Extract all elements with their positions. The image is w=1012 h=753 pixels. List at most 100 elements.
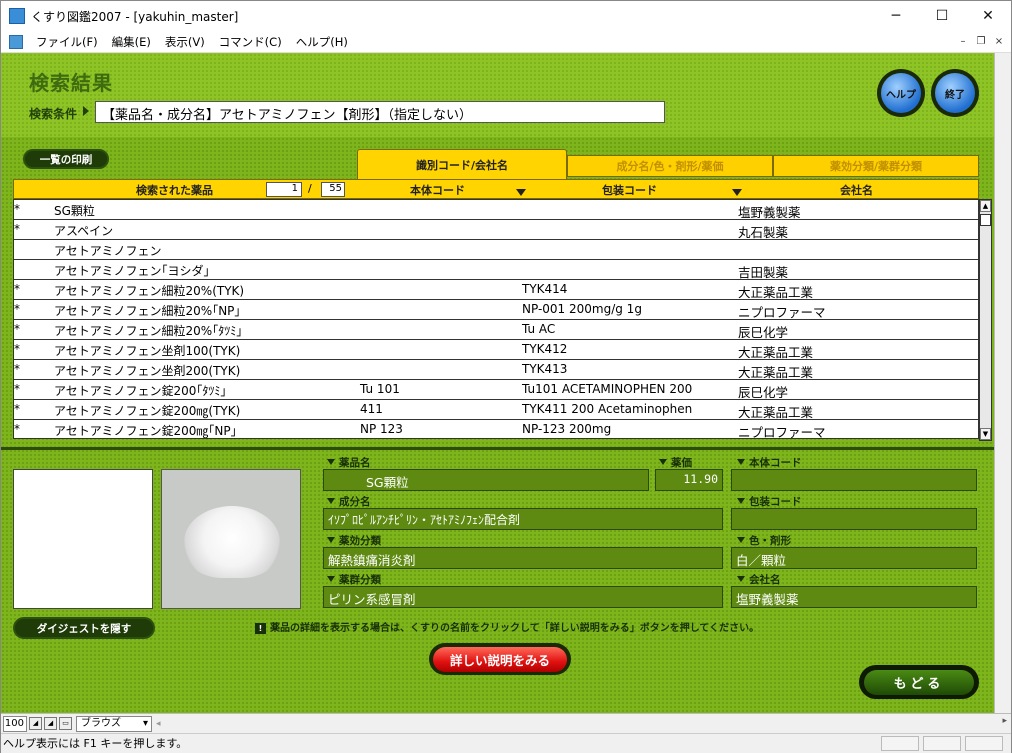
scroll-down-icon[interactable]: ▼ bbox=[980, 428, 991, 440]
drug-name-cell[interactable]: アセトアミノフェン坐剤100(TYK) bbox=[54, 342, 240, 359]
body-code-cell: NP 123 bbox=[360, 422, 403, 436]
pack-code-cell: NP-123 200mg bbox=[522, 422, 612, 436]
column-body-code[interactable]: 本体コード bbox=[410, 182, 465, 198]
exit-button[interactable]: 終了 bbox=[931, 69, 979, 117]
table-row[interactable]: * SG顆粒 塩野義製薬 bbox=[14, 200, 978, 220]
drug-name-cell[interactable]: アセトアミノフェン細粒20%｢NP｣ bbox=[54, 302, 240, 319]
body-code-label: 本体コード bbox=[737, 455, 802, 470]
tab-effect-group[interactable]: 薬効分類/薬群分類 bbox=[773, 155, 979, 177]
app-area: 検索結果 検索条件 【薬品名・成分名】アセトアミノフェン【剤形】（指定しない） … bbox=[1, 53, 1011, 713]
table-row[interactable]: アセトアミノフェン｢ヨシダ｣ 吉田製薬 bbox=[14, 260, 978, 280]
row-mark: * bbox=[14, 202, 20, 216]
document-icon[interactable] bbox=[9, 34, 23, 49]
company-cell: 大正薬品工業 bbox=[738, 365, 814, 380]
menu-bar: ファイル(F) 編集(E) 表示(V) コマンド(C) ヘルプ(H) – ❐ × bbox=[1, 31, 1011, 53]
menu-command[interactable]: コマンド(C) bbox=[212, 34, 289, 50]
row-mark: * bbox=[14, 362, 20, 376]
row-mark: * bbox=[14, 382, 20, 396]
table-row[interactable]: * アセトアミノフェン錠200㎎｢NP｣ NP 123 NP-123 200mg ニプロ… bbox=[14, 420, 978, 438]
scroll-left-icon[interactable]: ◂ bbox=[156, 716, 168, 732]
table-row[interactable]: * アセトアミノフェン錠200｢ﾀﾂﾐ｣ Tu 101 Tu101 ACETAMINO… bbox=[14, 380, 978, 400]
help-button[interactable]: ヘルプ bbox=[877, 69, 925, 117]
drug-name-cell[interactable]: アセトアミノフェン錠200｢ﾀﾂﾐ｣ bbox=[54, 382, 226, 399]
scroll-thumb[interactable] bbox=[980, 214, 991, 226]
scroll-right-icon[interactable]: ▸ bbox=[1002, 716, 1007, 726]
company-cell: 大正薬品工業 bbox=[738, 405, 814, 420]
mdi-restore-button[interactable]: ❐ bbox=[973, 33, 989, 49]
mdi-minimize-button[interactable]: – bbox=[955, 33, 971, 49]
pack-code-cell: Tu101 ACETAMINOPHEN 200 bbox=[522, 382, 693, 396]
pack-code-field bbox=[731, 508, 977, 530]
show-details-button[interactable]: 詳しい説明をみる bbox=[429, 643, 571, 675]
table-row[interactable]: * アセトアミノフェン細粒20%(TYK) TYK414 大正薬品工業 bbox=[14, 280, 978, 300]
tab-ingredient-color-price[interactable]: 成分名/色・剤形/薬価 bbox=[567, 155, 773, 177]
page-input[interactable]: 1 bbox=[266, 182, 302, 197]
drug-list: * SG顆粒 塩野義製薬 * アスペイン 丸石製薬 アセトアミノフェン アセトアミノフェン｢ヨ… bbox=[13, 199, 979, 439]
company-cell: 丸石製薬 bbox=[738, 225, 789, 240]
sort-down-icon[interactable] bbox=[516, 189, 526, 196]
table-row[interactable]: * アセトアミノフェン細粒20%｢NP｣ NP-001 200mg/g 1g ニプロフ… bbox=[14, 300, 978, 320]
drug-name-cell[interactable]: アセトアミノフェン｢ヨシダ｣ bbox=[54, 262, 210, 279]
drug-name-cell[interactable]: アセトアミノフェン細粒20%(TYK) bbox=[54, 282, 244, 299]
close-button[interactable]: ✕ bbox=[965, 1, 1011, 31]
company-field: 塩野義製薬 bbox=[731, 586, 977, 608]
scroll-up-icon[interactable]: ▲ bbox=[980, 200, 991, 212]
pack-code-cell: NP-001 200mg/g 1g bbox=[522, 302, 642, 316]
mode-select[interactable]: ブラウズ bbox=[76, 715, 152, 732]
drug-name-cell[interactable]: SG顆粒 bbox=[54, 202, 95, 219]
back-button-label: もどる bbox=[864, 669, 974, 695]
menu-edit[interactable]: 編集(E) bbox=[105, 34, 158, 50]
body-code-cell: Tu 101 bbox=[360, 382, 400, 396]
mdi-close-button[interactable]: × bbox=[991, 33, 1007, 49]
help-button-label: ヘルプ bbox=[881, 73, 921, 113]
row-mark: * bbox=[14, 222, 20, 236]
table-row[interactable]: * アセトアミノフェン錠200㎎(TYK) 411 TYK411 200 Acetam… bbox=[14, 400, 978, 420]
pack-code-cell: Tu AC bbox=[522, 322, 556, 336]
window-scrollbar[interactable] bbox=[994, 53, 1011, 713]
list-scrollbar[interactable]: ▲ ▼ bbox=[979, 199, 992, 441]
drug-name-cell[interactable]: アスペイン bbox=[54, 222, 113, 239]
table-row[interactable]: * アセトアミノフェン細粒20%｢ﾀﾂﾐ｣ Tu AC 辰巳化学 bbox=[14, 320, 978, 340]
page-separator: / bbox=[308, 182, 312, 195]
app-window: くすり図鑑2007 - [yakuhin_master] ─ ☐ ✕ ファイル(… bbox=[0, 0, 1012, 753]
column-company[interactable]: 会社名 bbox=[840, 182, 873, 198]
zoom-out-icon[interactable]: ◢ bbox=[29, 717, 42, 730]
table-row[interactable]: * アセトアミノフェン坐剤100(TYK) TYK412 大正薬品工業 bbox=[14, 340, 978, 360]
column-pack-code[interactable]: 包装コード bbox=[602, 182, 657, 198]
exclamation-icon: ! bbox=[255, 623, 266, 634]
drug-name-cell[interactable]: アセトアミノフェン坐剤200(TYK) bbox=[54, 362, 240, 379]
sort-down-icon[interactable] bbox=[732, 189, 742, 196]
drug-name-cell[interactable]: アセトアミノフェン細粒20%｢ﾀﾂﾐ｣ bbox=[54, 322, 242, 339]
company-cell: 吉田製薬 bbox=[738, 265, 789, 280]
table-row[interactable]: * アスペイン 丸石製薬 bbox=[14, 220, 978, 240]
company-cell: 大正薬品工業 bbox=[738, 345, 814, 360]
menu-view[interactable]: 表示(V) bbox=[158, 34, 212, 50]
condition-field: 【薬品名・成分名】アセトアミノフェン【剤形】（指定しない） bbox=[95, 101, 665, 123]
drug-name-cell[interactable]: アセトアミノフェン錠200㎎(TYK) bbox=[54, 402, 240, 419]
list-header: 検索された薬品 1 / 55 本体コード 包装コード 会社名 bbox=[13, 179, 979, 199]
hide-digest-button[interactable]: ダイジェストを隠す bbox=[13, 617, 155, 639]
tab-code-company[interactable]: 識別コード/会社名 bbox=[357, 149, 567, 179]
body-code-field bbox=[731, 469, 977, 491]
maximize-button[interactable]: ☐ bbox=[919, 1, 965, 31]
print-list-button[interactable]: 一覧の印刷 bbox=[23, 149, 109, 169]
price-field: 11.90 bbox=[655, 469, 723, 491]
pack-code-cell: TYK414 bbox=[522, 282, 568, 296]
section-divider bbox=[1, 447, 994, 450]
menu-help[interactable]: ヘルプ(H) bbox=[289, 34, 355, 50]
row-mark: * bbox=[14, 322, 20, 336]
status-area-icon[interactable]: ▭ bbox=[59, 717, 72, 730]
minimize-button[interactable]: ─ bbox=[873, 1, 919, 31]
back-button[interactable]: もどる bbox=[859, 665, 979, 699]
zoom-level[interactable]: 100 bbox=[3, 715, 27, 732]
table-row[interactable]: アセトアミノフェン bbox=[14, 240, 978, 260]
zoom-in-icon[interactable]: ◢ bbox=[44, 717, 57, 730]
table-row[interactable]: * アセトアミノフェン坐剤200(TYK) TYK413 大正薬品工業 bbox=[14, 360, 978, 380]
drug-name-cell[interactable]: アセトアミノフェン bbox=[54, 242, 162, 259]
company-label: 会社名 bbox=[737, 572, 781, 587]
menu-file[interactable]: ファイル(F) bbox=[29, 34, 105, 50]
status-bar: ヘルプ表示には F1 キーを押します。 bbox=[1, 733, 1011, 753]
drug-name-cell[interactable]: アセトアミノフェン錠200㎎｢NP｣ bbox=[54, 422, 237, 438]
pack-code-label: 包装コード bbox=[737, 494, 802, 509]
header-panel: 検索結果 検索条件 【薬品名・成分名】アセトアミノフェン【剤形】（指定しない） … bbox=[1, 53, 994, 137]
